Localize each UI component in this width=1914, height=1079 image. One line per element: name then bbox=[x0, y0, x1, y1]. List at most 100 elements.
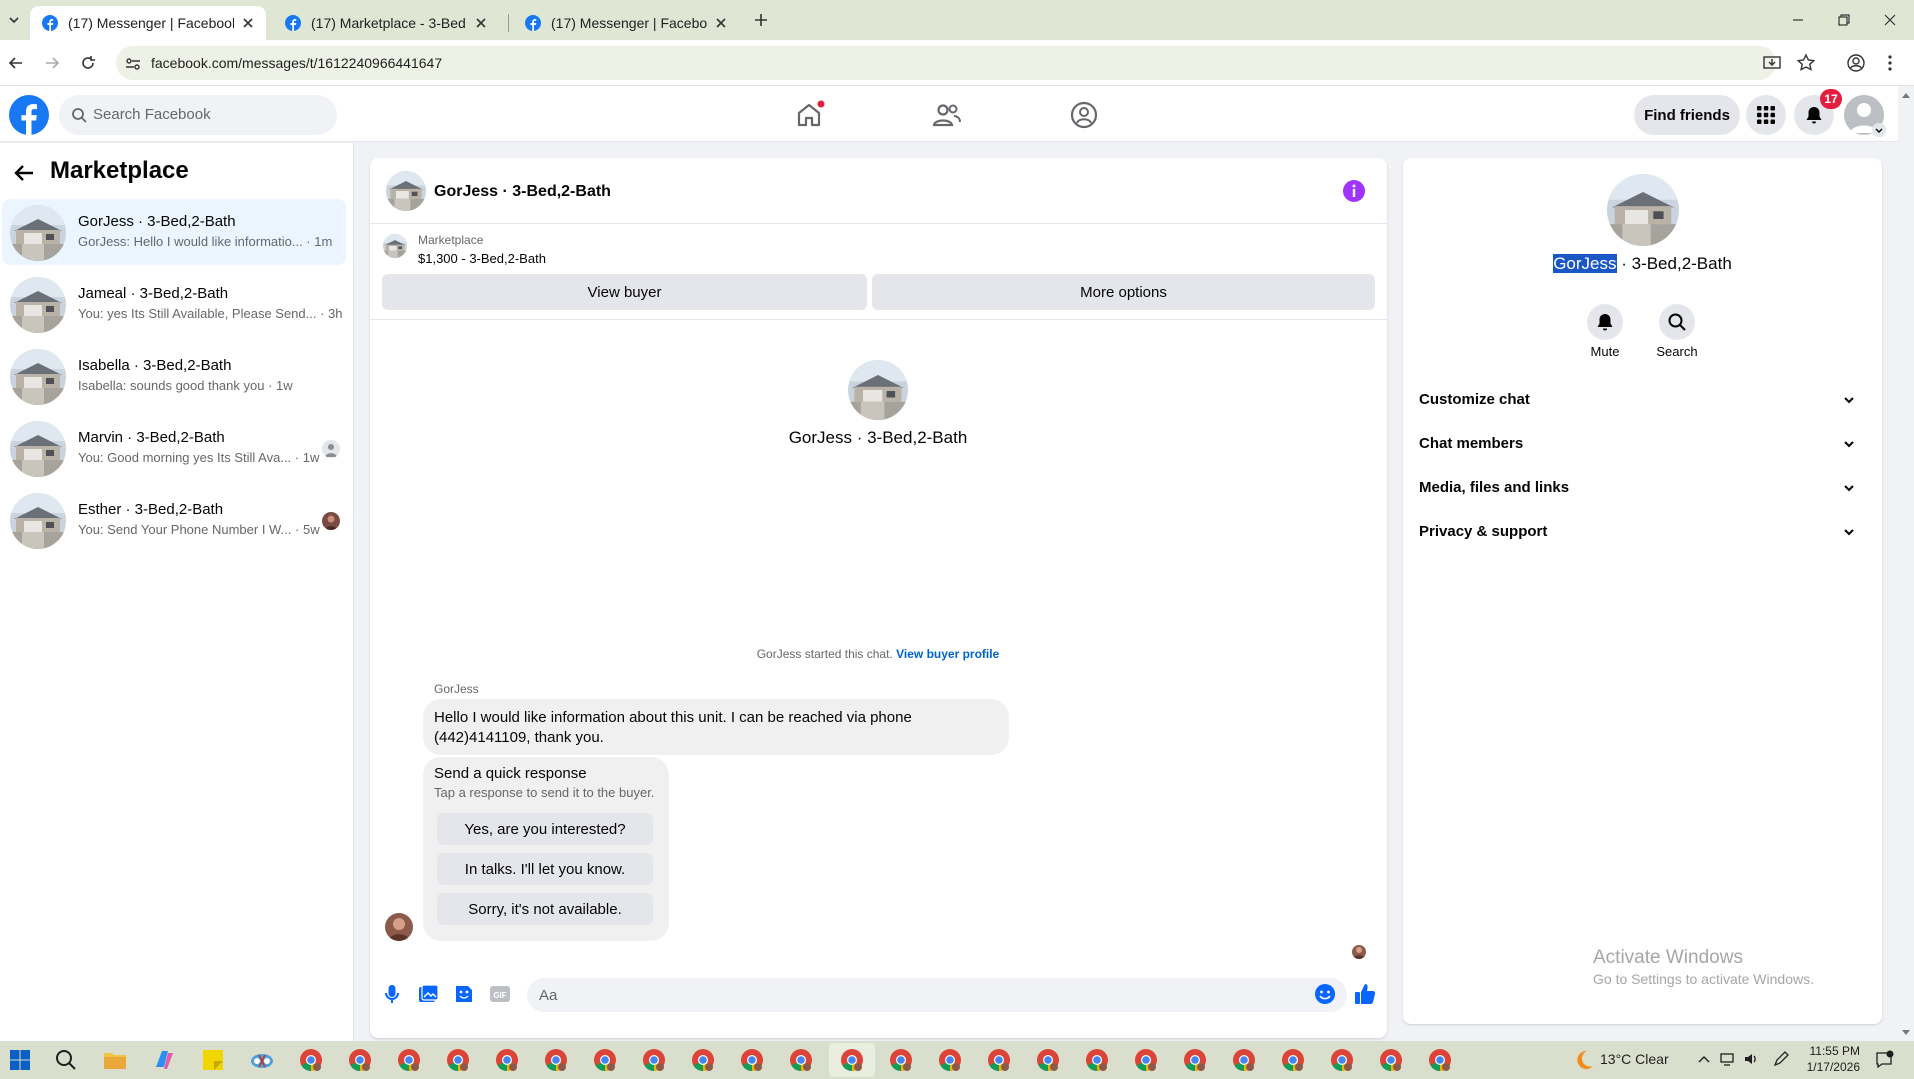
restore-icon[interactable] bbox=[1832, 8, 1856, 32]
chrome-icon[interactable] bbox=[1084, 1047, 1110, 1073]
media-files-links-section[interactable]: Media, files and links bbox=[1419, 470, 1865, 506]
chrome-icon[interactable] bbox=[592, 1047, 618, 1073]
quick-reply-button[interactable]: Yes, are you interested? bbox=[437, 813, 653, 845]
file-explorer-icon[interactable] bbox=[102, 1047, 128, 1073]
chat-members-section[interactable]: Chat members bbox=[1419, 426, 1865, 462]
conversation-item[interactable]: GorJess · 3-Bed,2-Bath GorJess: Hello I … bbox=[2, 199, 346, 265]
friends-icon[interactable] bbox=[930, 98, 964, 132]
chrome-icon[interactable] bbox=[641, 1047, 667, 1073]
sticker-icon[interactable] bbox=[452, 982, 476, 1006]
view-buyer-button[interactable]: View buyer bbox=[382, 274, 867, 310]
gif-icon[interactable]: GIF bbox=[488, 982, 512, 1006]
chrome-icon[interactable] bbox=[1182, 1047, 1208, 1073]
search-chat-button[interactable] bbox=[1659, 304, 1695, 340]
chrome-icon[interactable] bbox=[1280, 1047, 1306, 1073]
chrome-icon[interactable] bbox=[1035, 1047, 1061, 1073]
chrome-icon[interactable] bbox=[445, 1047, 471, 1073]
message-bubble[interactable]: Hello I would like information about thi… bbox=[423, 699, 1009, 755]
snipping-tool-icon[interactable] bbox=[249, 1047, 275, 1073]
profile-icon[interactable] bbox=[1846, 53, 1866, 73]
chrome-icon[interactable] bbox=[494, 1047, 520, 1073]
notification-center-icon[interactable] bbox=[1874, 1050, 1894, 1070]
chrome-icon[interactable] bbox=[396, 1047, 422, 1073]
close-tab-icon[interactable] bbox=[240, 15, 256, 31]
conversation-item[interactable]: Esther · 3-Bed,2-Bath You: Send Your Pho… bbox=[2, 487, 346, 553]
tab-messenger-1[interactable]: (17) Messenger | Facebook bbox=[30, 6, 266, 40]
details-avatar[interactable] bbox=[1607, 174, 1679, 246]
sticky-notes-icon[interactable] bbox=[200, 1047, 226, 1073]
chrome-icon[interactable] bbox=[986, 1047, 1012, 1073]
chrome-icon[interactable] bbox=[888, 1047, 914, 1073]
view-buyer-profile-link[interactable]: View buyer profile bbox=[896, 647, 999, 661]
conversation-item[interactable]: Marvin · 3-Bed,2-Bath You: Good morning … bbox=[2, 415, 346, 481]
find-friends-button[interactable]: Find friends bbox=[1634, 95, 1740, 135]
groups-icon[interactable] bbox=[1067, 98, 1101, 132]
quick-reply-button[interactable]: In talks. I'll let you know. bbox=[437, 853, 653, 885]
facebook-logo-icon[interactable] bbox=[9, 95, 49, 135]
chrome-icon[interactable] bbox=[1427, 1047, 1453, 1073]
emoji-icon[interactable] bbox=[1313, 982, 1337, 1006]
menu-button[interactable] bbox=[1746, 95, 1786, 135]
listing-price[interactable]: $1,300 - 3-Bed,2-Bath bbox=[418, 251, 546, 266]
microphone-icon[interactable] bbox=[380, 982, 404, 1006]
privacy-support-section[interactable]: Privacy & support bbox=[1419, 514, 1865, 550]
conversation-item[interactable]: Jameal · 3-Bed,2-Bath You: yes Its Still… bbox=[2, 271, 346, 337]
scroll-down-icon[interactable] bbox=[1900, 1028, 1912, 1038]
chat-title[interactable]: GorJess · 3-Bed,2-Bath bbox=[434, 183, 611, 201]
chrome-icon[interactable] bbox=[788, 1047, 814, 1073]
chrome-icon[interactable] bbox=[1133, 1047, 1159, 1073]
bookmark-star-icon[interactable] bbox=[1796, 53, 1816, 73]
chat-avatar[interactable] bbox=[386, 171, 426, 211]
browser-menu-icon[interactable] bbox=[1880, 53, 1900, 73]
home-icon[interactable] bbox=[792, 98, 826, 132]
clock-time[interactable]: 11:55 PM bbox=[1808, 1044, 1860, 1058]
pen-icon[interactable] bbox=[1772, 1050, 1790, 1068]
message-input[interactable]: Aa bbox=[527, 978, 1347, 1012]
chrome-icon[interactable] bbox=[1378, 1047, 1404, 1073]
sender-avatar[interactable] bbox=[385, 913, 413, 941]
close-tab-icon[interactable] bbox=[713, 15, 729, 31]
tab-search-icon[interactable] bbox=[6, 12, 22, 28]
photo-icon[interactable] bbox=[416, 982, 440, 1006]
network-icon[interactable] bbox=[1720, 1051, 1736, 1067]
tray-overflow-icon[interactable] bbox=[1697, 1052, 1711, 1066]
chrome-icon[interactable] bbox=[543, 1047, 569, 1073]
chrome-icon[interactable] bbox=[1231, 1047, 1257, 1073]
thumbs-up-icon[interactable] bbox=[1353, 982, 1377, 1006]
minimize-icon[interactable] bbox=[1786, 8, 1810, 32]
reload-icon[interactable] bbox=[78, 53, 98, 73]
tab-marketplace[interactable]: (17) Marketplace - 3-Bed,2-Bath bbox=[273, 6, 499, 40]
moon-weather-icon[interactable] bbox=[1572, 1048, 1596, 1072]
chrome-icon[interactable] bbox=[739, 1047, 765, 1073]
chrome-icon[interactable] bbox=[839, 1047, 865, 1073]
facebook-search[interactable]: Search Facebook bbox=[59, 95, 337, 135]
scroll-up-icon[interactable] bbox=[1900, 90, 1912, 100]
site-info-icon[interactable] bbox=[124, 55, 142, 73]
chrome-icon[interactable] bbox=[690, 1047, 716, 1073]
close-tab-icon[interactable] bbox=[473, 15, 489, 31]
chrome-icon[interactable] bbox=[1329, 1047, 1355, 1073]
chrome-icon[interactable] bbox=[347, 1047, 373, 1073]
chrome-icon[interactable] bbox=[298, 1047, 324, 1073]
tab-messenger-2[interactable]: (17) Messenger | Facebook bbox=[513, 6, 739, 40]
search-taskbar-icon[interactable] bbox=[53, 1047, 79, 1073]
more-options-button[interactable]: More options bbox=[872, 274, 1375, 310]
quick-reply-button[interactable]: Sorry, it's not available. bbox=[437, 893, 653, 925]
install-app-icon[interactable] bbox=[1762, 53, 1782, 73]
copilot-icon[interactable] bbox=[151, 1047, 177, 1073]
back-icon[interactable] bbox=[6, 53, 26, 73]
new-tab-icon[interactable] bbox=[753, 12, 769, 28]
close-window-icon[interactable] bbox=[1878, 8, 1902, 32]
forward-icon[interactable] bbox=[42, 53, 62, 73]
volume-icon[interactable] bbox=[1743, 1051, 1759, 1067]
mute-button[interactable] bbox=[1587, 304, 1623, 340]
clock-date[interactable]: 1/17/2026 bbox=[1800, 1060, 1860, 1074]
account-chevron-icon[interactable] bbox=[1872, 123, 1886, 137]
back-arrow-icon[interactable] bbox=[12, 161, 36, 185]
windows-start-icon[interactable] bbox=[7, 1047, 33, 1073]
info-icon[interactable] bbox=[1343, 180, 1365, 202]
customize-chat-section[interactable]: Customize chat bbox=[1419, 382, 1865, 418]
url-text[interactable]: facebook.com/messages/t/1612240966441647 bbox=[151, 55, 442, 71]
chrome-icon[interactable] bbox=[937, 1047, 963, 1073]
conversation-item[interactable]: Isabella · 3-Bed,2-Bath Isabella: sounds… bbox=[2, 343, 346, 409]
